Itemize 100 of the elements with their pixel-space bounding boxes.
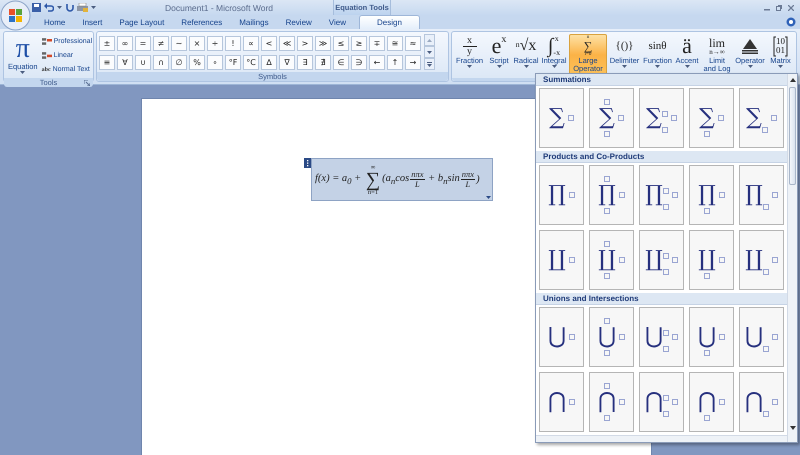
- operator-tile[interactable]: ∏: [539, 165, 584, 226]
- symbol-button[interactable]: ≈: [405, 36, 421, 51]
- operator-tile[interactable]: ⋂: [689, 372, 734, 432]
- ribbon-tab[interactable]: References: [173, 15, 230, 29]
- symbol-button[interactable]: !: [225, 36, 241, 51]
- print-icon[interactable]: [77, 3, 88, 12]
- equation-icon: [42, 51, 52, 60]
- operator-tile[interactable]: ∏: [739, 165, 784, 226]
- operator-tile[interactable]: ⋂: [539, 372, 584, 432]
- symbol-button[interactable]: ≤: [333, 36, 349, 51]
- symbol-button[interactable]: ∇: [279, 55, 295, 70]
- more-button[interactable]: [424, 58, 435, 70]
- symbol-button[interactable]: <: [261, 36, 277, 51]
- symbol-button[interactable]: ±: [99, 36, 115, 51]
- symbol-button[interactable]: ∝: [243, 36, 259, 51]
- symbol-button[interactable]: ∓: [369, 36, 385, 51]
- operator-tile[interactable]: ∏: [589, 165, 634, 226]
- operator-tile[interactable]: ∑: [539, 88, 584, 148]
- symbol-button[interactable]: ≪: [279, 36, 295, 51]
- symbol-button[interactable]: ÷: [207, 36, 223, 51]
- help-icon[interactable]: [786, 17, 796, 27]
- symbol-button[interactable]: ∩: [153, 55, 169, 70]
- placeholder-icon: [619, 399, 625, 406]
- symbol-button[interactable]: =: [135, 36, 151, 51]
- operator-tile[interactable]: ∑: [689, 88, 734, 148]
- symbol-button[interactable]: ∀: [117, 55, 133, 70]
- radical-glyph: n: [516, 41, 520, 49]
- operator-tile[interactable]: ⋃: [539, 307, 584, 368]
- placeholder-icon: [719, 334, 725, 340]
- operator-tile[interactable]: ⋂: [589, 372, 634, 432]
- undo-icon[interactable]: [44, 3, 54, 12]
- equation-options-icon[interactable]: [486, 196, 491, 199]
- operator-tile[interactable]: ⋃: [639, 307, 684, 368]
- dialog-launcher-icon[interactable]: [84, 80, 90, 86]
- operator-tile[interactable]: ∏: [639, 165, 684, 226]
- symbol-button[interactable]: ≅: [387, 36, 403, 51]
- operator-tile[interactable]: ∐: [739, 230, 784, 290]
- placeholder-icon: [568, 257, 575, 264]
- ribbon-tab[interactable]: Page Layout: [111, 15, 172, 29]
- operator-tile[interactable]: ∑: [639, 88, 684, 148]
- operator-tile[interactable]: ∏: [689, 165, 734, 226]
- operator-tile[interactable]: ⋃: [689, 307, 734, 368]
- operator-tile[interactable]: ⋃: [589, 307, 634, 368]
- equation-handle-icon[interactable]: [304, 158, 311, 168]
- symbol-button[interactable]: %: [189, 55, 205, 70]
- ribbon-tab[interactable]: Insert: [74, 15, 110, 29]
- symbol-button[interactable]: °F: [225, 55, 241, 70]
- symbol-button[interactable]: ←: [369, 55, 385, 70]
- close-icon[interactable]: [788, 4, 794, 10]
- symbol-button[interactable]: >: [297, 36, 313, 51]
- restore-icon[interactable]: [776, 4, 782, 10]
- operator-tile[interactable]: ∑: [739, 88, 784, 148]
- scroll-up-icon[interactable]: [789, 76, 797, 84]
- symbol-button[interactable]: ∪: [135, 55, 151, 70]
- ribbon-tab[interactable]: Design: [359, 15, 420, 29]
- section-title: Unions and Intersections: [543, 294, 639, 304]
- customize-caret-icon: [91, 6, 96, 9]
- ribbon-tab[interactable]: Review: [278, 15, 320, 29]
- operator-tile[interactable]: ∐: [639, 230, 684, 290]
- equation-denominator: L: [466, 180, 470, 189]
- operator-tile[interactable]: ∑: [589, 88, 634, 148]
- symbol-button[interactable]: ∄: [315, 55, 331, 70]
- scroll-down-button[interactable]: [424, 46, 435, 58]
- operator-tile[interactable]: ⋂: [639, 372, 684, 432]
- scroll-down-icon[interactable]: [789, 424, 797, 432]
- operator-tile[interactable]: ⋃: [739, 307, 784, 368]
- operator-tile[interactable]: ⋂: [739, 372, 784, 432]
- symbol-button[interactable]: ×: [189, 36, 205, 51]
- symbol-button[interactable]: ∈: [333, 55, 349, 70]
- scroll-thumb[interactable]: [789, 87, 796, 185]
- symbol-button[interactable]: ∃: [297, 55, 313, 70]
- symbol-button[interactable]: ∘: [207, 55, 223, 70]
- symbol-button[interactable]: →: [405, 55, 421, 70]
- redo-icon[interactable]: [65, 3, 74, 12]
- symbol-button[interactable]: ≥: [351, 36, 367, 51]
- operator-symbol: ⋃: [548, 325, 566, 350]
- ribbon-tab[interactable]: View: [320, 15, 354, 29]
- operator-tile[interactable]: ∐: [589, 230, 634, 290]
- integral-glyph: ∫: [548, 36, 554, 56]
- symbol-button[interactable]: ∋: [351, 55, 367, 70]
- symbol-button[interactable]: ≫: [315, 36, 331, 51]
- operator-symbol: ⋂: [745, 390, 763, 414]
- symbol-button[interactable]: ≠: [153, 36, 169, 51]
- operator-tile[interactable]: ∐: [539, 230, 584, 290]
- symbol-button[interactable]: ∆: [261, 55, 277, 70]
- ribbon-tab[interactable]: Home: [36, 15, 74, 29]
- symbol-button[interactable]: ~: [171, 36, 187, 51]
- operator-tile[interactable]: ∐: [689, 230, 734, 290]
- save-icon[interactable]: [32, 3, 41, 12]
- section-title: Summations: [543, 75, 592, 84]
- resize-grip[interactable]: [536, 435, 787, 442]
- placeholder-icon: [704, 415, 710, 422]
- symbol-button[interactable]: ≡: [99, 55, 115, 70]
- caret-icon: [622, 65, 627, 68]
- symbol-button[interactable]: ∅: [171, 55, 187, 70]
- symbol-button[interactable]: °C: [243, 55, 259, 70]
- symbol-button[interactable]: ↑: [387, 55, 403, 70]
- symbol-button[interactable]: ∞: [117, 36, 133, 51]
- operator-symbol: ∏: [745, 183, 763, 208]
- ribbon-tab[interactable]: Mailings: [231, 15, 277, 29]
